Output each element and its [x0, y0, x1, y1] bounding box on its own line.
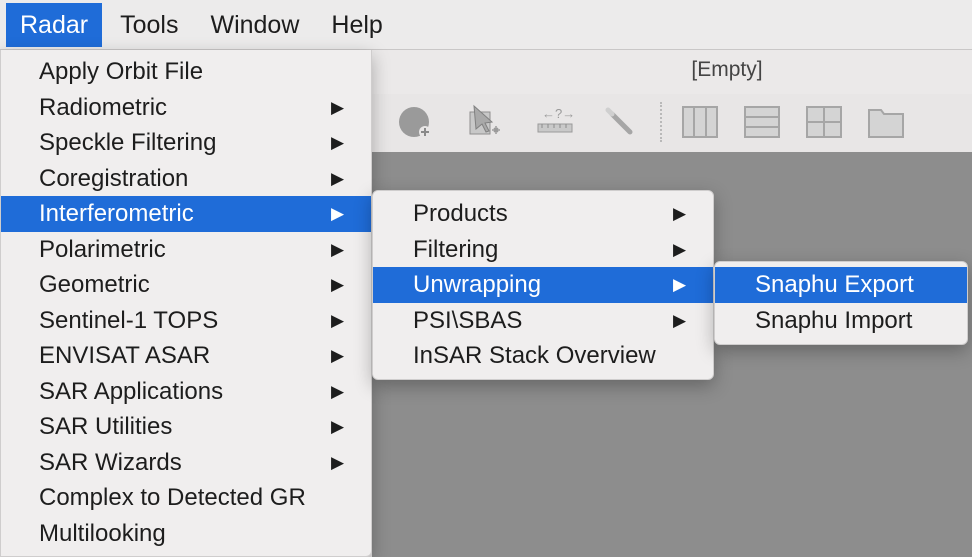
magic-wand-icon[interactable]: [598, 100, 642, 144]
menu-item-sentinel-1-tops[interactable]: Sentinel-1 TOPS ▶: [1, 303, 371, 339]
submenu-arrow-icon: ▶: [331, 204, 345, 223]
menu-item-multilooking[interactable]: Multilooking: [1, 516, 371, 552]
svg-text:←?→: ←?→: [542, 106, 575, 121]
menu-item-apply-orbit-file[interactable]: Apply Orbit File: [1, 54, 371, 90]
menu-item-envisat-asar[interactable]: ENVISAT ASAR ▶: [1, 338, 371, 374]
menu-item-label: Unwrapping: [413, 271, 542, 298]
menu-bar: Radar Tools Window Help: [0, 0, 972, 50]
menu-item-label: SAR Wizards: [39, 448, 182, 476]
menu-item-products[interactable]: Products ▶: [373, 196, 713, 232]
submenu-arrow-icon: ▶: [331, 452, 345, 472]
menu-item-complex-to-detected-gr[interactable]: Complex to Detected GR: [1, 480, 371, 516]
unwrapping-submenu: Snaphu Export Snaphu Import: [714, 261, 968, 345]
menu-item-label: Multilooking: [39, 519, 166, 547]
submenu-arrow-icon: ▶: [331, 133, 345, 152]
submenu-arrow-icon: ▶: [331, 417, 345, 436]
submenu-arrow-icon: ▶: [331, 275, 345, 294]
tile-rows-icon[interactable]: [740, 100, 784, 144]
window-title: [Empty]: [691, 58, 763, 81]
submenu-arrow-icon: ▶: [331, 168, 345, 188]
submenu-arrow-icon: ▶: [673, 310, 687, 330]
submenu-arrow-icon: ▶: [331, 381, 345, 401]
menu-item-label: PSI\SBAS: [413, 306, 523, 334]
menu-item-label: SAR Applications: [39, 377, 224, 405]
menu-item-coregistration[interactable]: Coregistration ▶: [1, 161, 371, 197]
menu-item-label: Radiometric: [39, 93, 168, 121]
menu-item-radiometric[interactable]: Radiometric ▶: [1, 90, 371, 126]
menu-item-unwrapping[interactable]: Unwrapping ▶: [373, 267, 713, 303]
tile-columns-icon[interactable]: [678, 100, 722, 144]
menu-item-geometric[interactable]: Geometric ▶: [1, 267, 371, 303]
menu-item-label: Filtering: [413, 235, 499, 263]
menu-item-label: Snaphu Import: [755, 306, 913, 334]
menu-item-label: Complex to Detected GR: [39, 484, 306, 511]
menubar-radar[interactable]: Radar: [6, 2, 103, 47]
menu-item-filtering[interactable]: Filtering ▶: [373, 232, 713, 268]
submenu-arrow-icon: ▶: [331, 97, 345, 117]
submenu-arrow-icon: ▶: [673, 239, 687, 259]
tile-floating-icon[interactable]: [864, 100, 908, 144]
menu-item-label: SAR Utilities: [39, 413, 173, 440]
menu-item-sar-utilities[interactable]: SAR Utilities ▶: [1, 409, 371, 445]
menu-item-snaphu-import[interactable]: Snaphu Import: [715, 303, 967, 339]
measure-tool-icon[interactable]: ←?→: [532, 100, 576, 144]
menu-item-label: Geometric: [39, 271, 150, 298]
submenu-arrow-icon: ▶: [331, 346, 345, 365]
menu-item-interferometric[interactable]: Interferometric ▶: [1, 196, 371, 232]
menu-item-speckle-filtering[interactable]: Speckle Filtering ▶: [1, 125, 371, 161]
tile-grid-icon[interactable]: [802, 100, 846, 144]
menu-item-insar-stack-overview[interactable]: InSAR Stack Overview: [373, 338, 713, 374]
menu-item-label: Sentinel-1 TOPS: [39, 306, 219, 334]
menubar-tools[interactable]: Tools: [106, 3, 192, 47]
interferometric-submenu: Products ▶ Filtering ▶ Unwrapping ▶ PSI\SBA…: [372, 190, 714, 380]
toolbar: ←?→: [372, 94, 972, 153]
menu-item-snaphu-export[interactable]: Snaphu Export: [715, 267, 967, 303]
menu-item-sar-applications[interactable]: SAR Applications ▶: [1, 374, 371, 410]
new-product-icon[interactable]: [394, 100, 438, 144]
menu-item-label: InSAR Stack Overview: [413, 342, 656, 369]
menubar-window[interactable]: Window: [196, 3, 313, 47]
submenu-arrow-icon: ▶: [673, 204, 687, 223]
menu-item-label: Coregistration: [39, 164, 189, 192]
menu-item-polarimetric[interactable]: Polarimetric ▶: [1, 232, 371, 268]
submenu-arrow-icon: ▶: [331, 239, 345, 259]
window-titlebar: [Empty]: [372, 50, 972, 95]
menu-item-label: Snaphu Export: [755, 271, 914, 298]
menubar-help[interactable]: Help: [317, 3, 396, 47]
select-tool-icon[interactable]: [462, 100, 506, 144]
menu-item-label: Apply Orbit File: [39, 58, 204, 85]
menu-item-label: ENVISAT ASAR: [39, 342, 211, 369]
menu-item-label: Interferometric: [39, 200, 194, 227]
menu-item-label: Products: [413, 200, 508, 227]
submenu-arrow-icon: ▶: [331, 310, 345, 330]
menu-item-label: Polarimetric: [39, 235, 166, 263]
menu-item-psi-sbas[interactable]: PSI\SBAS ▶: [373, 303, 713, 339]
menu-item-label: Speckle Filtering: [39, 129, 217, 156]
submenu-arrow-icon: ▶: [673, 275, 687, 294]
toolbar-separator: [660, 102, 662, 142]
radar-menu: Apply Orbit File Radiometric ▶ Speckle Fi…: [0, 50, 372, 557]
menu-item-sar-wizards[interactable]: SAR Wizards ▶: [1, 445, 371, 481]
